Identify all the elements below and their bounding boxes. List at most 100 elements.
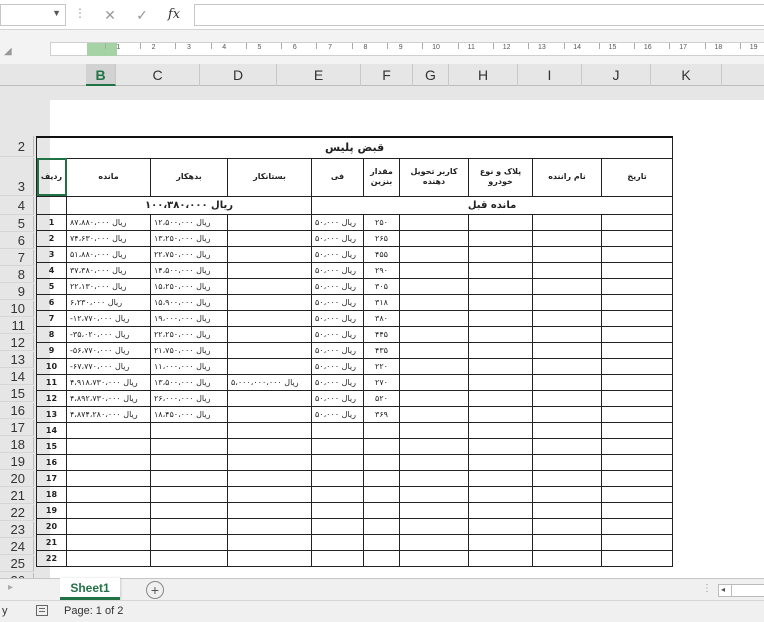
row-header[interactable]: 23 xyxy=(0,522,34,538)
empty-cell[interactable] xyxy=(532,245,602,263)
credit-cell[interactable] xyxy=(227,341,312,359)
name-box[interactable]: ▼ xyxy=(0,4,66,26)
empty-cell[interactable] xyxy=(600,277,674,295)
empty-cell[interactable] xyxy=(532,421,602,439)
empty-cell[interactable] xyxy=(600,485,674,503)
empty-cell[interactable] xyxy=(468,517,533,535)
balance-cell[interactable]: ریال ۷۴،۶۳۰،۰۰۰ xyxy=(66,229,151,247)
empty-cell[interactable] xyxy=(468,533,533,551)
row-no-cell[interactable]: 1 xyxy=(36,213,67,231)
credit-cell[interactable] xyxy=(227,517,312,535)
debit-cell[interactable]: ریال ۱۳،۲۵۰،۰۰۰ xyxy=(150,229,228,247)
empty-cell[interactable] xyxy=(399,373,469,391)
empty-cell[interactable] xyxy=(532,325,602,343)
empty-cell[interactable] xyxy=(532,389,602,407)
header-debit[interactable]: بدهکار xyxy=(150,157,228,197)
fi-cell[interactable] xyxy=(311,517,364,535)
empty-cell[interactable] xyxy=(532,485,602,503)
fuel-cell[interactable] xyxy=(363,549,400,567)
empty-cell[interactable] xyxy=(399,213,469,231)
row-header[interactable]: 8 xyxy=(0,267,34,283)
empty-cell[interactable] xyxy=(468,405,533,423)
credit-cell[interactable] xyxy=(227,213,312,231)
row-header[interactable]: 5 xyxy=(0,216,34,232)
fuel-cell[interactable] xyxy=(363,517,400,535)
fuel-cell[interactable]: ۲۵۰ xyxy=(363,213,400,231)
fuel-cell[interactable] xyxy=(363,437,400,455)
row-no-cell[interactable]: 15 xyxy=(36,437,67,455)
balance-cell[interactable]: ریال ۲۲،۱۳۰،۰۰۰ xyxy=(66,277,151,295)
credit-cell[interactable] xyxy=(227,309,312,327)
empty-cell[interactable] xyxy=(468,293,533,311)
empty-cell[interactable] xyxy=(600,517,674,535)
debit-cell[interactable]: ریال ۲۲،۲۵۰،۰۰۰ xyxy=(150,325,228,343)
chevron-down-icon[interactable]: ▼ xyxy=(52,8,61,18)
tab-sheet1[interactable]: Sheet1 xyxy=(60,578,120,600)
empty-cell[interactable] xyxy=(468,549,533,567)
row-header[interactable]: 3 xyxy=(0,158,34,196)
fi-cell[interactable]: ریال ۵۰،۰۰۰ xyxy=(311,341,364,359)
fi-cell[interactable]: ریال ۵۰،۰۰۰ xyxy=(311,309,364,327)
empty-cell[interactable] xyxy=(532,373,602,391)
fuel-cell[interactable]: ۳۸۰ xyxy=(363,309,400,327)
scroll-left-icon[interactable]: ◂ xyxy=(721,585,725,594)
header-fi[interactable]: فی xyxy=(311,157,364,197)
row-header[interactable]: 10 xyxy=(0,301,34,317)
fi-cell[interactable] xyxy=(311,501,364,519)
empty-cell[interactable] xyxy=(399,341,469,359)
row-no-cell[interactable]: 9 xyxy=(36,341,67,359)
row-header[interactable]: 22 xyxy=(0,505,34,521)
credit-cell[interactable] xyxy=(227,405,312,423)
empty-cell[interactable] xyxy=(532,517,602,535)
fi-cell[interactable]: ریال ۵۰،۰۰۰ xyxy=(311,261,364,279)
credit-cell[interactable] xyxy=(227,549,312,567)
credit-cell[interactable] xyxy=(227,453,312,471)
fi-cell[interactable] xyxy=(311,533,364,551)
balance-cell[interactable]: ریال ۳۵،۰۲۰،۰۰۰- xyxy=(66,325,151,343)
fi-cell[interactable] xyxy=(311,549,364,567)
empty-cell[interactable] xyxy=(532,501,602,519)
debit-cell[interactable] xyxy=(150,549,228,567)
empty-cell[interactable] xyxy=(468,213,533,231)
fi-cell[interactable]: ریال ۵۰،۰۰۰ xyxy=(311,293,364,311)
row-no-cell[interactable]: 20 xyxy=(36,517,67,535)
empty-cell[interactable] xyxy=(399,549,469,567)
debit-cell[interactable]: ریال ۱۴،۵۰۰،۰۰۰ xyxy=(150,261,228,279)
balance-cell[interactable] xyxy=(66,501,151,519)
row-no-cell[interactable]: 17 xyxy=(36,469,67,487)
empty-cell[interactable] xyxy=(468,485,533,503)
empty-cell[interactable] xyxy=(399,245,469,263)
fuel-cell[interactable]: ۲۷۰ xyxy=(363,373,400,391)
fuel-cell[interactable]: ۲۹۰ xyxy=(363,261,400,279)
column-header-j[interactable]: J xyxy=(582,64,651,86)
row-header[interactable]: 19 xyxy=(0,454,34,470)
empty-cell[interactable] xyxy=(468,357,533,375)
horizontal-scrollbar[interactable]: ◂ xyxy=(718,584,764,597)
balance-cell[interactable]: ریال ۱۲،۷۷۰،۰۰۰- xyxy=(66,309,151,327)
fi-cell[interactable] xyxy=(311,453,364,471)
empty-cell[interactable] xyxy=(468,309,533,327)
credit-cell[interactable] xyxy=(227,277,312,295)
debit-cell[interactable] xyxy=(150,453,228,471)
empty-cell[interactable] xyxy=(600,453,674,471)
empty-cell[interactable] xyxy=(468,245,533,263)
row-header[interactable]: 9 xyxy=(0,284,34,300)
column-header-f[interactable]: F xyxy=(361,64,413,86)
add-sheet-button[interactable]: + xyxy=(146,581,164,599)
column-header-c[interactable]: C xyxy=(116,64,200,86)
balance-cell[interactable] xyxy=(66,517,151,535)
header-balance[interactable]: مانده xyxy=(66,157,151,197)
row-no-cell[interactable]: 10 xyxy=(36,357,67,375)
debit-cell[interactable]: ریال ۱۸،۴۵۰،۰۰۰ xyxy=(150,405,228,423)
table-title[interactable]: قبض پلیس xyxy=(35,136,674,159)
column-header-b[interactable]: B xyxy=(86,64,116,86)
fi-cell[interactable]: ریال ۵۰،۰۰۰ xyxy=(311,213,364,231)
prev-empty-cell[interactable] xyxy=(36,195,67,215)
header-fuel-amount[interactable]: مقدار بنزین xyxy=(363,157,400,197)
empty-cell[interactable] xyxy=(399,277,469,295)
credit-cell[interactable] xyxy=(227,389,312,407)
row-header[interactable]: 24 xyxy=(0,539,34,555)
insert-function-button[interactable]: fx xyxy=(162,4,186,26)
empty-cell[interactable] xyxy=(399,261,469,279)
balance-cell[interactable] xyxy=(66,533,151,551)
